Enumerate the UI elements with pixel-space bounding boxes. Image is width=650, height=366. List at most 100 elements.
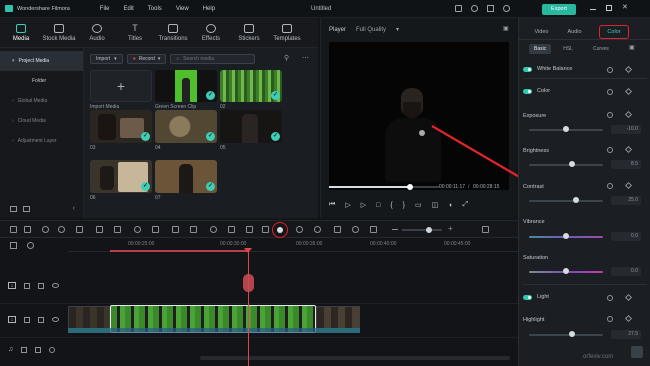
slider-knob[interactable]	[563, 233, 569, 239]
play-full-icon[interactable]: ▷	[361, 201, 366, 209]
menu-edit[interactable]: Edit	[123, 6, 133, 12]
image-icon[interactable]: ▣	[503, 25, 509, 32]
import-button[interactable]: Import ▾	[90, 54, 123, 64]
feedback-icon[interactable]	[455, 5, 462, 12]
vibrance-slider[interactable]	[529, 233, 603, 239]
display-icon[interactable]: ▭	[415, 201, 422, 209]
media-clip-03[interactable]: ✓	[90, 110, 152, 143]
text-icon[interactable]	[172, 226, 179, 233]
slider-knob[interactable]	[573, 197, 579, 203]
reset-icon[interactable]	[607, 316, 613, 322]
brightness-slider[interactable]	[529, 161, 603, 167]
color-match-icon[interactable]	[210, 226, 217, 233]
maximize-icon[interactable]	[606, 5, 612, 11]
nav-adjustment-layer[interactable]: › Adjustment Layer	[0, 131, 83, 151]
contrast-value[interactable]: 25.0	[611, 196, 641, 205]
minimize-icon[interactable]	[590, 9, 596, 10]
folder-icon[interactable]	[24, 316, 30, 323]
subtab-hsl[interactable]: HSL	[555, 44, 581, 54]
fullscreen-icon[interactable]: ⤢	[463, 201, 469, 209]
tab-effects[interactable]: Effects	[192, 18, 230, 48]
account-icon[interactable]	[503, 5, 510, 12]
more-tools-icon[interactable]	[262, 226, 269, 233]
filter-icon[interactable]: ⚲	[284, 54, 289, 62]
white-balance-toggle[interactable]	[523, 66, 532, 72]
lock-icon[interactable]	[38, 316, 44, 323]
compare-icon[interactable]: ▣	[629, 44, 635, 51]
select-icon[interactable]	[24, 226, 31, 233]
tab-video[interactable]: Video	[525, 29, 558, 35]
color-toggle[interactable]	[523, 88, 532, 94]
more-icon[interactable]: ⋯	[302, 54, 309, 62]
tab-stock-media[interactable]: Stock Media	[40, 18, 78, 48]
speed-icon[interactable]	[134, 226, 141, 233]
color-tool-button[interactable]	[272, 222, 288, 238]
audio-adjust-icon[interactable]	[228, 226, 235, 233]
undo-icon[interactable]	[42, 226, 49, 233]
light-toggle[interactable]	[523, 294, 532, 300]
tab-audio-props[interactable]: Audio	[558, 29, 591, 35]
eye-icon[interactable]	[52, 317, 59, 322]
reset-icon[interactable]	[607, 183, 613, 189]
playhead-marker[interactable]	[243, 274, 254, 292]
slider-knob[interactable]	[569, 331, 575, 337]
volume-icon[interactable]: ◖	[448, 202, 452, 209]
tab-color[interactable]: Color	[599, 25, 629, 39]
zoom-out-icon[interactable]	[392, 229, 398, 230]
green-screen-icon[interactable]	[246, 226, 253, 233]
subtab-curves[interactable]: Curves	[585, 44, 617, 54]
vibrance-value[interactable]: 0.0	[611, 232, 641, 241]
media-clip-07[interactable]: ✓	[155, 160, 217, 193]
collapse-icon[interactable]: ‹	[73, 205, 75, 212]
scrubber-track[interactable]	[329, 184, 439, 190]
render-icon[interactable]	[352, 226, 359, 233]
record-button[interactable]: ● Record ▾	[126, 54, 167, 64]
menu-help[interactable]: Help	[203, 6, 215, 12]
redo-icon[interactable]	[58, 226, 65, 233]
saturation-slider[interactable]	[529, 268, 603, 274]
brightness-value[interactable]: 8.5	[611, 160, 641, 169]
zoom-knob[interactable]	[426, 227, 432, 233]
mark-out-icon[interactable]: }	[403, 202, 405, 209]
tab-templates[interactable]: Templates	[268, 18, 306, 48]
folder-icon[interactable]	[24, 282, 30, 289]
reset-icon[interactable]	[607, 89, 613, 95]
media-clip-green-screen[interactable]: ✓	[155, 70, 217, 102]
microphone-icon[interactable]	[314, 226, 321, 233]
video-preview[interactable]	[329, 42, 509, 190]
menu-tools[interactable]: Tools	[148, 6, 162, 12]
play-icon[interactable]: ▷	[345, 201, 350, 209]
cut-icon[interactable]	[114, 226, 121, 233]
crop-icon[interactable]	[152, 226, 159, 233]
close-icon[interactable]: ✕	[622, 4, 628, 11]
track-layout-icon[interactable]	[482, 226, 489, 233]
folder-icon[interactable]	[23, 206, 30, 212]
highlight-slider[interactable]	[529, 331, 603, 337]
lock-icon[interactable]	[35, 346, 42, 353]
slider-knob[interactable]	[563, 268, 569, 274]
zoom-slider[interactable]	[402, 227, 442, 233]
shield-icon[interactable]	[296, 226, 303, 233]
subtab-basic[interactable]: Basic	[529, 44, 552, 54]
add-track-icon[interactable]	[10, 242, 17, 249]
mark-in-icon[interactable]: {	[390, 202, 392, 209]
search-input[interactable]: ⌕ Search media	[170, 54, 256, 64]
zoom-in-icon[interactable]: +	[448, 224, 453, 233]
highlight-value[interactable]: 27.5	[611, 330, 641, 339]
save-icon[interactable]	[487, 5, 494, 12]
media-clip-06[interactable]: ✓	[90, 160, 152, 193]
nav-folder[interactable]: Folder	[0, 71, 83, 91]
media-clip-04[interactable]: ✓	[155, 110, 217, 143]
lock-icon[interactable]	[38, 282, 44, 289]
slider-knob[interactable]	[569, 161, 575, 167]
eye-icon[interactable]	[52, 283, 59, 288]
contrast-slider[interactable]	[529, 197, 603, 203]
snapshot-icon[interactable]: ◫	[432, 201, 439, 209]
nav-cloud-media[interactable]: › Cloud Media	[0, 111, 83, 131]
snapshot-icon[interactable]	[370, 226, 377, 233]
tab-media[interactable]: Media	[2, 18, 40, 48]
media-clip-05[interactable]: ✓	[220, 110, 282, 143]
exposure-slider[interactable]	[529, 126, 603, 132]
media-clip-02[interactable]: ✓	[220, 70, 282, 102]
cloud-icon[interactable]	[471, 5, 478, 12]
